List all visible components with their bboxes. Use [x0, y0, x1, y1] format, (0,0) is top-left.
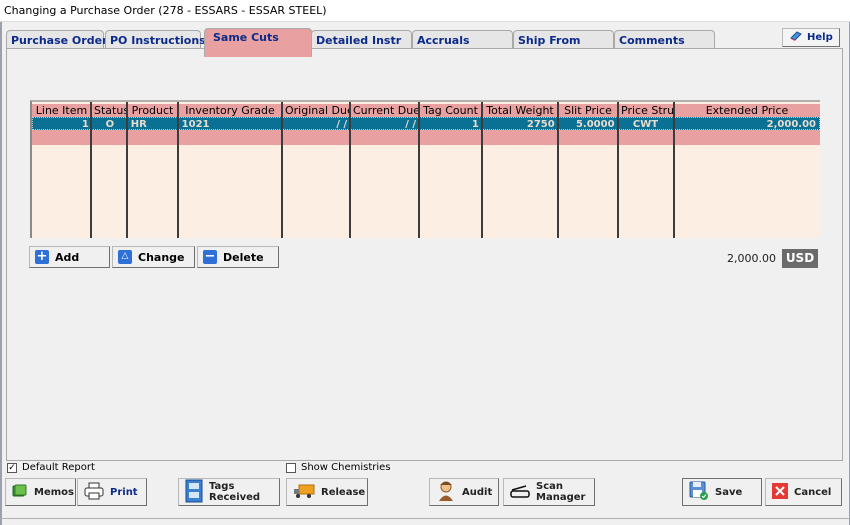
window-bottom-border — [0, 518, 850, 519]
default-report-label: Default Report — [22, 462, 95, 473]
tab-ship-from[interactable]: Ship From — [513, 30, 614, 49]
table-row[interactable]: 1 O HR 1021 / / / / 1 2750 5.0000 CWT 2,… — [32, 117, 820, 130]
col-header-original-due[interactable]: Original Due — [282, 104, 350, 117]
tab-po-instructions[interactable]: PO Instructions — [105, 30, 206, 49]
column-divider — [90, 102, 92, 238]
grid-header-row: Line Item Status Product Inventory Grade… — [32, 104, 820, 117]
column-divider — [673, 102, 675, 238]
add-button[interactable]: + Add — [29, 246, 110, 268]
cell-line-item: 1 — [81, 119, 89, 129]
print-label: Print — [110, 486, 138, 498]
tags-received-label: Tags Received — [209, 481, 261, 503]
book-icon — [12, 484, 28, 501]
col-header-total-weight[interactable]: Total Weight — [482, 104, 558, 117]
column-divider — [281, 102, 283, 238]
change-label: Change — [138, 250, 185, 264]
same-cuts-grid[interactable]: Line Item Status Product Inventory Grade… — [30, 100, 820, 238]
red-x-icon — [772, 482, 788, 502]
cell-inventory-grade: 1021 — [181, 119, 210, 129]
checkbox-checked[interactable]: ✓ — [7, 462, 17, 473]
column-divider — [177, 102, 179, 238]
cancel-button[interactable]: Cancel — [765, 478, 842, 506]
column-divider — [418, 102, 420, 238]
column-divider — [557, 102, 559, 238]
save-label: Save — [715, 486, 743, 498]
default-report-checkbox[interactable]: ✓ Default Report — [7, 462, 95, 473]
cell-extended-price: 2,000.00 — [766, 119, 817, 129]
tab-purchase-order[interactable]: Purchase Order — [6, 30, 107, 49]
cell-original-due: / / — [336, 119, 348, 129]
col-header-inventory-grade[interactable]: Inventory Grade — [178, 104, 282, 117]
column-divider — [617, 102, 619, 238]
column-divider — [349, 102, 351, 238]
triangle-up-icon: △ — [118, 250, 132, 264]
truck-icon — [293, 484, 315, 501]
help-label: Help — [807, 32, 833, 43]
tab-accruals[interactable]: Accruals — [412, 30, 513, 49]
add-label: Add — [55, 250, 80, 264]
currency-badge: USD — [782, 249, 818, 268]
plus-icon: + — [35, 249, 49, 264]
print-button[interactable]: Print — [77, 478, 147, 506]
show-chemistries-checkbox[interactable]: Show Chemistries — [286, 462, 391, 473]
new-row-placeholder[interactable] — [32, 130, 820, 145]
tab-same-cuts[interactable]: Same Cuts — [204, 28, 312, 57]
col-header-status[interactable]: Status — [91, 104, 127, 117]
col-header-product[interactable]: Product — [127, 104, 178, 117]
show-chemistries-label: Show Chemistries — [301, 462, 391, 473]
memos-button[interactable]: Memos — [5, 478, 76, 506]
col-header-tag-count[interactable]: Tag Count — [419, 104, 482, 117]
col-header-slit-price[interactable]: Slit Price — [558, 104, 618, 117]
audit-button[interactable]: Audit — [429, 478, 499, 506]
scan-manager-button[interactable]: Scan Manager — [503, 478, 595, 506]
cell-slit-price: 5.0000 — [575, 119, 615, 129]
help-book-icon — [789, 30, 803, 45]
minus-icon: − — [203, 249, 217, 264]
delete-button[interactable]: − Delete — [197, 246, 279, 268]
cell-product: HR — [130, 119, 147, 129]
col-header-extended-price[interactable]: Extended Price — [674, 104, 820, 117]
file-cabinet-icon — [185, 479, 203, 506]
window-title: Changing a Purchase Order (278 - ESSARS … — [0, 0, 850, 22]
floppy-disk-icon — [689, 481, 709, 504]
tab-detailed-instr[interactable]: Detailed Instr — [311, 30, 412, 49]
scanner-icon — [510, 484, 530, 501]
cell-tag-count: 1 — [471, 119, 479, 129]
cell-status: O — [105, 119, 115, 129]
memos-label: Memos — [34, 486, 74, 498]
help-button[interactable]: Help — [782, 28, 840, 47]
change-button[interactable]: △ Change — [112, 246, 195, 268]
cell-current-due: / / — [405, 119, 417, 129]
column-divider — [481, 102, 483, 238]
save-button[interactable]: Save — [682, 478, 762, 506]
tags-received-button[interactable]: Tags Received — [178, 478, 280, 506]
audit-label: Audit — [462, 486, 493, 498]
printer-icon — [84, 482, 104, 503]
scan-manager-label: Scan Manager — [536, 481, 586, 503]
total-amount: 2,000.00 — [727, 252, 776, 265]
cell-price-structure: CWT — [632, 119, 659, 129]
detective-icon — [436, 480, 456, 505]
col-header-price-structure[interactable]: Price Stru — [618, 104, 674, 117]
release-button[interactable]: Release — [286, 478, 368, 506]
col-header-line-item[interactable]: Line Item — [32, 104, 91, 117]
cell-total-weight: 2750 — [526, 119, 555, 129]
tab-comments[interactable]: Comments — [614, 30, 715, 49]
checkbox-unchecked[interactable] — [286, 462, 296, 473]
release-label: Release — [321, 486, 366, 498]
cancel-label: Cancel — [794, 486, 832, 498]
col-header-current-due[interactable]: Current Due — [350, 104, 419, 117]
column-divider — [126, 102, 128, 238]
delete-label: Delete — [223, 250, 264, 264]
